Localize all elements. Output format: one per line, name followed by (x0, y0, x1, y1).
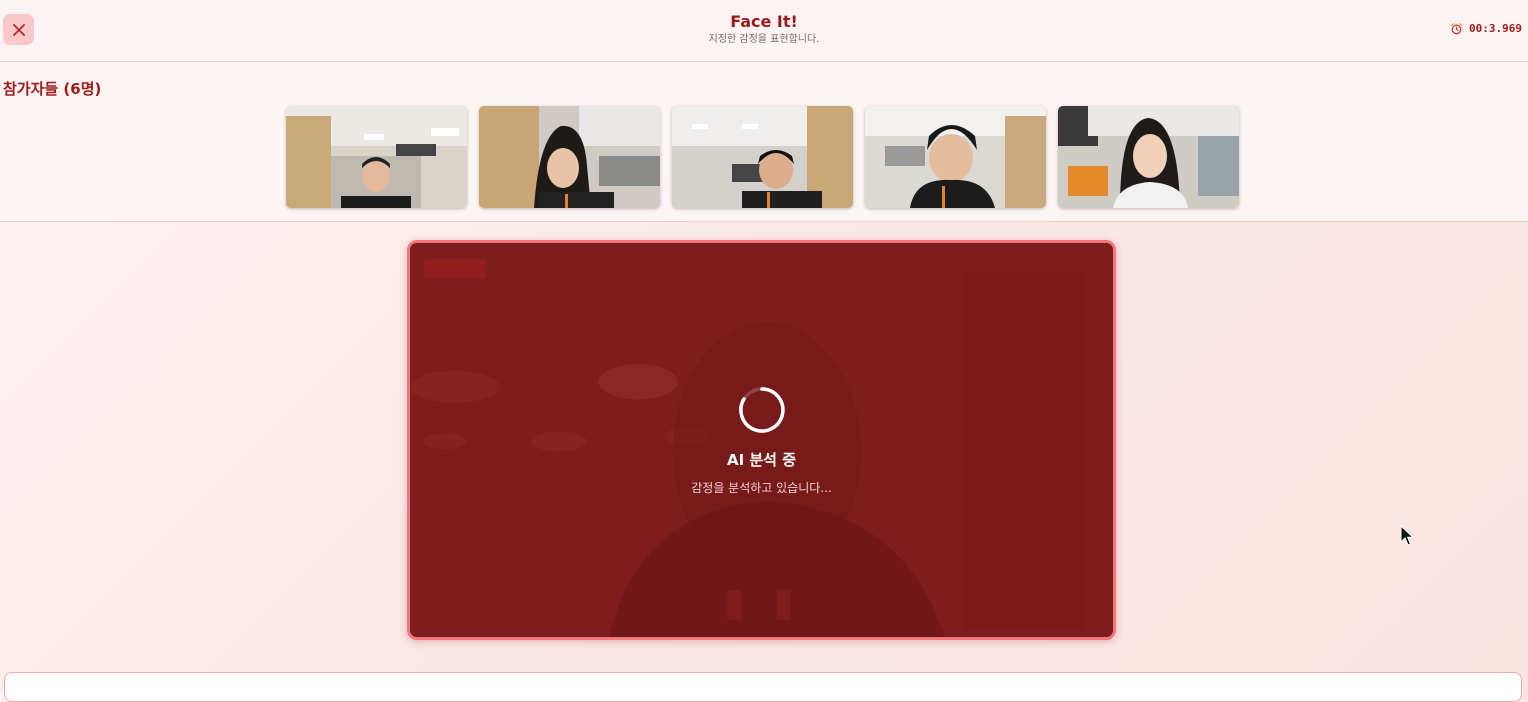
loading-spinner-icon (737, 385, 787, 435)
top-bar: Face It! 지정한 감정을 표현합니다. 00:3.969 (0, 0, 1528, 62)
analysis-subtitle: 감정을 분석하고 있습니다... (691, 481, 832, 495)
timer: 00:3.969 (1450, 22, 1522, 35)
participant-thumbnails (286, 106, 1239, 208)
timer-value: 00:3.969 (1469, 22, 1522, 35)
participant-video (865, 106, 1046, 208)
main-video-panel: AI 분석 중 감정을 분석하고 있습니다... (407, 240, 1116, 640)
participant-video (672, 106, 853, 208)
bottom-panel (4, 672, 1522, 702)
participant-thumbnail[interactable] (286, 106, 467, 208)
participants-section: 참가자들 (6명) (0, 62, 1528, 222)
participant-thumbnail[interactable] (1058, 106, 1239, 208)
participant-video (286, 106, 467, 208)
page-subtitle: 지정한 감정을 표현합니다. (708, 34, 820, 45)
participant-thumbnail[interactable] (672, 106, 853, 208)
alarm-clock-icon (1450, 22, 1463, 35)
page-title: Face It! (730, 12, 798, 31)
participant-thumbnail[interactable] (865, 106, 1046, 208)
participant-thumbnail[interactable] (479, 106, 660, 208)
analysis-overlay: AI 분석 중 감정을 분석하고 있습니다... (410, 385, 1113, 496)
title-block: Face It! 지정한 감정을 표현합니다. (0, 12, 1528, 46)
participant-video (479, 106, 660, 208)
video-badge (424, 259, 486, 279)
analysis-title: AI 분석 중 (726, 451, 797, 469)
participant-video (1058, 106, 1239, 208)
mouse-cursor-icon (1400, 525, 1414, 547)
participants-title: 참가자들 (6명) (3, 80, 102, 98)
